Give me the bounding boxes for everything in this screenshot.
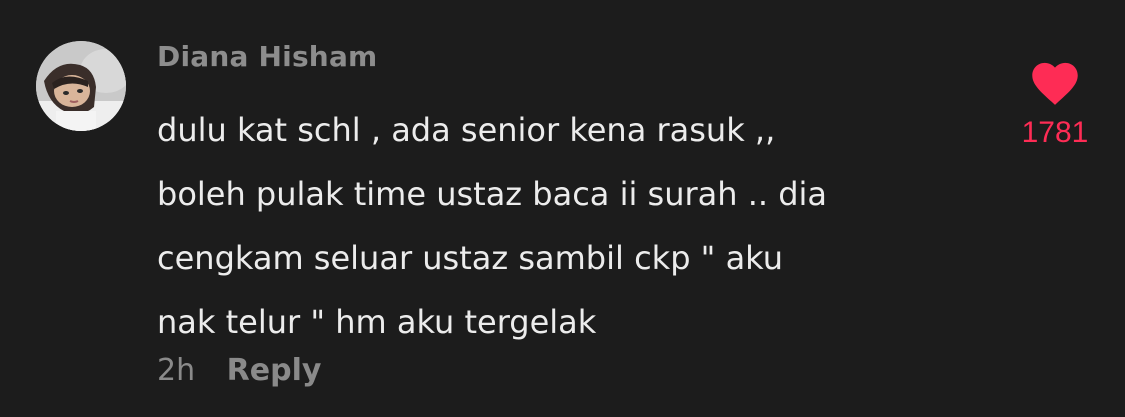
comment-line: nak telur " hm aku tergelak <box>157 303 597 341</box>
timestamp: 2h <box>157 353 196 388</box>
reply-button[interactable]: Reply <box>227 353 322 388</box>
comment-line: cengkam seluar ustaz sambil ckp " aku <box>157 239 783 277</box>
comment-item: Diana Hisham dulu kat schl , ada senior … <box>0 0 1125 417</box>
comment-meta: 2h Reply <box>157 353 321 388</box>
avatar[interactable] <box>36 41 126 131</box>
comment-line: dulu kat schl , ada senior kena rasuk ,, <box>157 111 776 149</box>
avatar-photo <box>36 41 126 131</box>
comment-line: boleh pulak time ustaz baca ii surah .. … <box>157 175 828 213</box>
like-button[interactable]: 1781 <box>1020 56 1090 150</box>
like-count: 1781 <box>1021 116 1089 149</box>
comment-text: dulu kat schl , ada senior kena rasuk ,,… <box>157 98 957 354</box>
username[interactable]: Diana Hisham <box>157 40 377 73</box>
heart-icon[interactable] <box>1027 56 1083 106</box>
